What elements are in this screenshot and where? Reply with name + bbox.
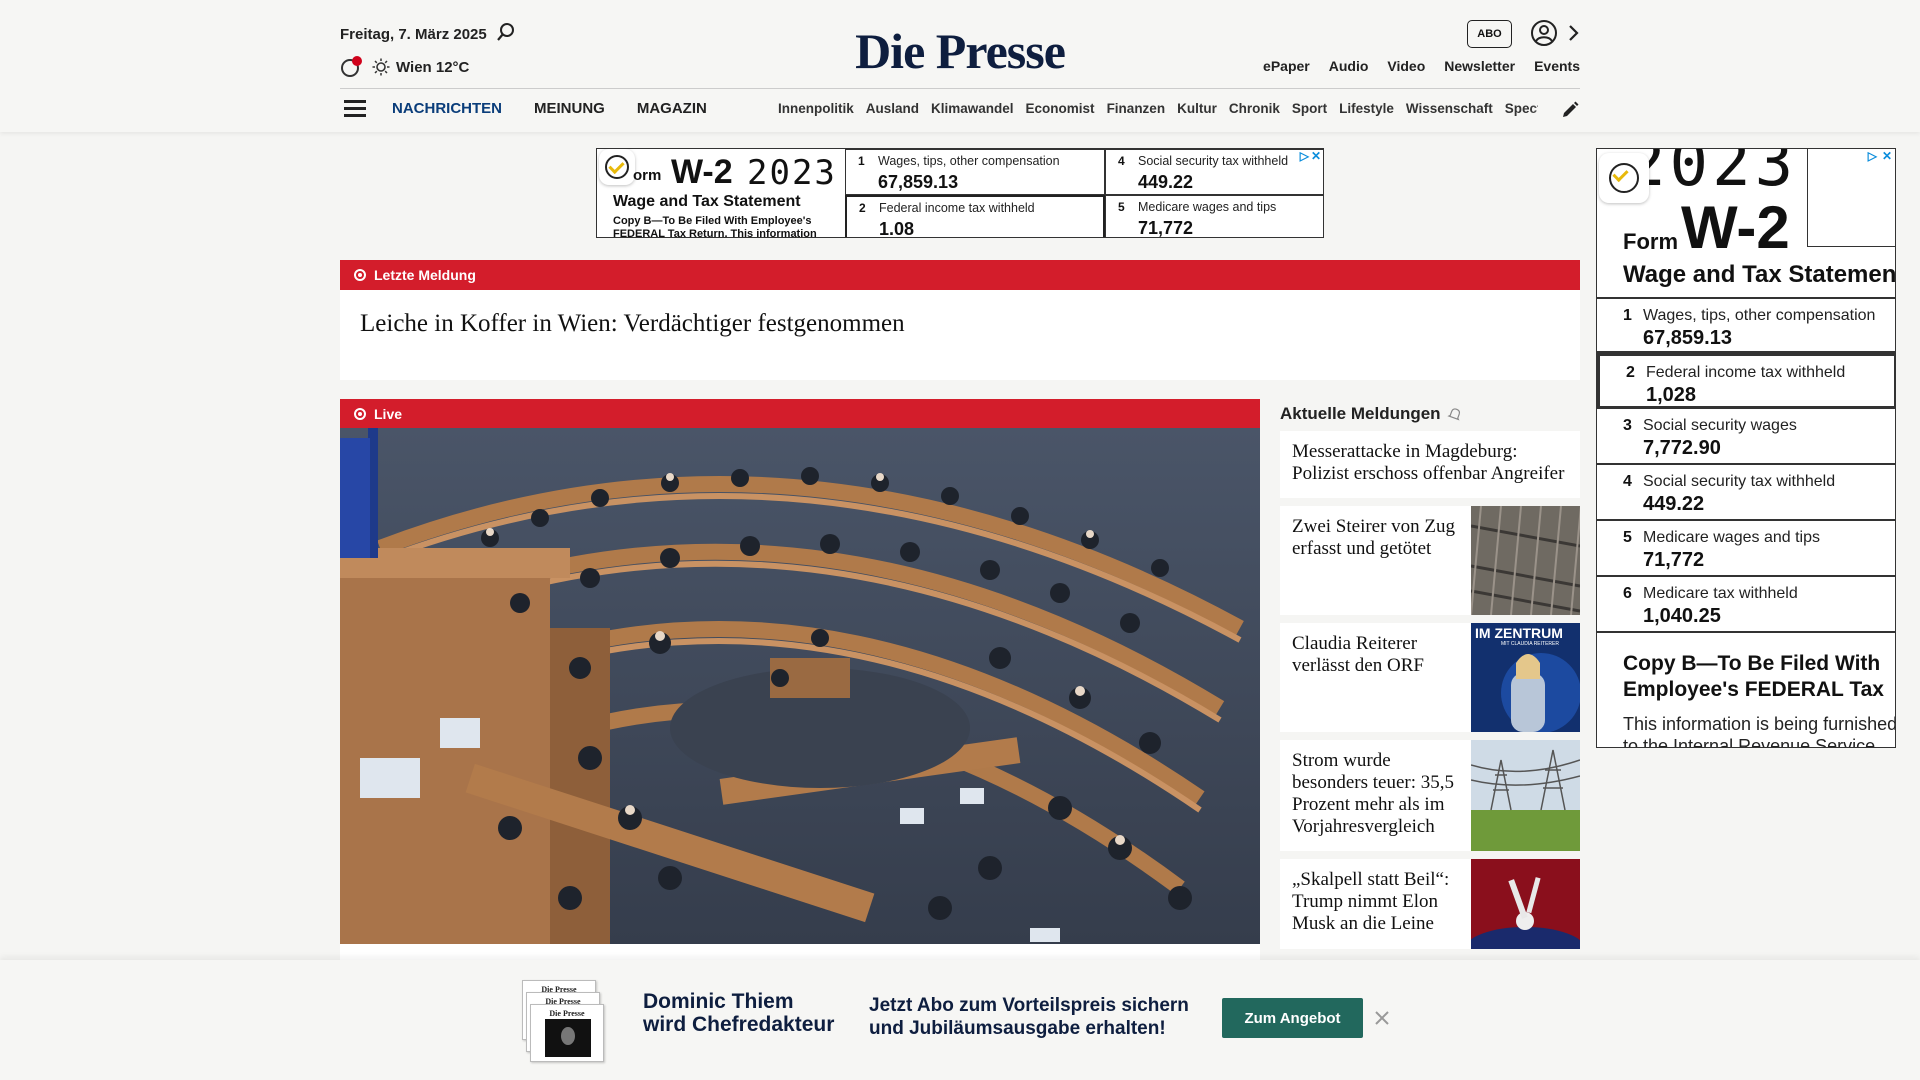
nav-magazin[interactable]: MAGAZIN	[637, 100, 707, 117]
subnav-klimawandel[interactable]: Klimawandel	[931, 101, 1014, 116]
news-heading: Aktuelle Meldungen	[1280, 399, 1580, 429]
site-header: Freitag, 7. März 2025 Wien 12°C Die Pres…	[0, 0, 1920, 132]
edit-pencil-icon[interactable]	[1560, 100, 1580, 120]
breaking-label: Letzte Meldung	[374, 267, 476, 283]
news-title: Aktuelle Meldungen	[1280, 404, 1441, 423]
ad-close-icon[interactable]: ✕	[1311, 149, 1321, 163]
subscription-promo: Die Presse Die Presse Die Presse Dominic…	[0, 960, 1920, 1080]
ad-sky-row: 5 Medicare wages and tips 71,772	[1597, 521, 1895, 577]
ad-copy: Copy B—To Be Filed With Employee's FEDER…	[613, 215, 817, 238]
ad-sky-row: 2 Federal income tax withheld 1,028	[1597, 353, 1895, 409]
ad-box: 1 Wages, tips, other compensation 67,859.1…	[845, 149, 1105, 195]
sub-nav: Innenpolitik Ausland Klimawandel Economi…	[778, 101, 1538, 116]
news-sidebar: Aktuelle Meldungen Messerattacke in Magd…	[1280, 399, 1580, 949]
adchoices-icon[interactable]: ▷	[1868, 149, 1877, 163]
subnav-finanzen[interactable]: Finanzen	[1107, 101, 1166, 116]
menu-icon[interactable]	[344, 100, 366, 118]
ad-form-label: orm	[633, 167, 662, 184]
ad-sky-boxes: 1 Wages, tips, other compensation 67,859.1…	[1597, 297, 1895, 633]
header-divider	[340, 88, 1580, 89]
promo-headline: Dominic Thiem wird Chefredakteur	[643, 990, 835, 1036]
nav-meinung[interactable]: MEINUNG	[534, 100, 605, 117]
subnav-lifestyle[interactable]: Lifestyle	[1339, 101, 1394, 116]
subnav-economist[interactable]: Economist	[1026, 101, 1095, 116]
news-item[interactable]: „Skalpell statt Beil“: Trump nimmt Elon …	[1280, 859, 1580, 949]
checkmark-badge-icon	[1599, 153, 1649, 203]
subnav-kultur[interactable]: Kultur	[1177, 101, 1217, 116]
news-item-title[interactable]: Zwei Steirer von Zug erfasst und getötet	[1280, 506, 1470, 570]
user-account-icon[interactable]	[1530, 19, 1558, 47]
bell-icon[interactable]	[1446, 406, 1463, 422]
ad-title: Wage and Tax Statement	[613, 193, 801, 210]
link-events[interactable]: Events	[1534, 58, 1580, 74]
breaking-bar: Letzte Meldung	[340, 260, 1580, 290]
link-audio[interactable]: Audio	[1329, 58, 1369, 74]
subnav-spectrum[interactable]: Spectrum	[1505, 101, 1538, 116]
ad-sky-row: 3 Social security wages 7,772.90	[1597, 409, 1895, 465]
news-item[interactable]: Zwei Steirer von Zug erfasst und getötet	[1280, 506, 1580, 615]
ad-close-icon[interactable]: ✕	[1882, 149, 1892, 163]
ad-box: 5 Medicare wages and tips 71,772	[1105, 195, 1323, 237]
adchoices-icon[interactable]: ▷	[1300, 149, 1309, 163]
newspaper-stack-image: Die Presse Die Presse Die Presse	[522, 980, 604, 1062]
w2-skyscraper-ad[interactable]: 2023 Form W-2 Wage and Tax Statemen 1 Wag…	[1596, 148, 1896, 748]
live-label: Live	[374, 405, 403, 422]
ad-sky-title: Wage and Tax Statemen	[1623, 261, 1896, 288]
ad-year: 2023	[747, 153, 837, 193]
live-dot-icon	[354, 269, 366, 281]
ad-sky-copy: Copy B—To Be Filed With Employee's FEDER…	[1623, 652, 1884, 701]
ad-box: 2 Federal income tax withheld 1.08	[845, 195, 1105, 237]
breaking-news[interactable]: Letzte Meldung Leiche in Koffer in Wien:…	[340, 260, 1580, 380]
stage-speaker-thumbnail[interactable]	[1471, 859, 1580, 949]
news-item-title[interactable]: Claudia Reiterer verlässt den ORF	[1280, 623, 1470, 687]
ad-sky-row: 1 Wages, tips, other compensation 67,859.1…	[1597, 297, 1895, 353]
ad-sky-form-code: W-2	[1681, 194, 1790, 261]
main-nav: NACHRICHTEN MEINUNG MAGAZIN	[392, 100, 707, 117]
top-links: ePaper Audio Video Newsletter Events	[1263, 58, 1580, 74]
ad-sky-info: This information is being furnished to t…	[1623, 714, 1896, 748]
power-lines-thumbnail[interactable]	[1471, 740, 1580, 851]
news-item[interactable]: Claudia Reiterer verlässt den ORF IM ZEN…	[1280, 623, 1580, 732]
ad-box: 4 Social security tax withheld 449.22	[1105, 149, 1323, 195]
subnav-ausland[interactable]: Ausland	[866, 101, 919, 116]
nav-nachrichten[interactable]: NACHRICHTEN	[392, 100, 502, 117]
news-item-title[interactable]: „Skalpell statt Beil“: Trump nimmt Elon …	[1280, 859, 1470, 945]
chevron-right-icon[interactable]	[1566, 22, 1580, 44]
news-item-title[interactable]: Strom wurde besonders teuer: 35,5 Prozen…	[1280, 740, 1470, 848]
subnav-chronik[interactable]: Chronik	[1229, 101, 1280, 116]
rail-tracks-thumbnail[interactable]	[1471, 506, 1580, 615]
news-item[interactable]: Messerattacke in Magdeburg: Polizist ers…	[1280, 431, 1580, 498]
checkmark-badge-icon	[599, 149, 635, 185]
thumb-overlay-subtext: MIT CLAUDIA REITERER	[1501, 641, 1559, 647]
live-hero[interactable]: Live	[340, 399, 1260, 960]
news-item[interactable]: Strom wurde besonders teuer: 35,5 Prozen…	[1280, 740, 1580, 851]
promo-offer-text: Jetzt Abo zum Vorteilspreis sichern und …	[869, 995, 1189, 1039]
link-newsletter[interactable]: Newsletter	[1444, 58, 1515, 74]
close-icon[interactable]	[1372, 1008, 1392, 1028]
thumb-overlay-text: IM ZENTRUM	[1475, 625, 1563, 641]
live-bar: Live	[340, 399, 1260, 428]
tv-host-thumbnail[interactable]: IM ZENTRUM MIT CLAUDIA REITERER	[1471, 623, 1580, 732]
news-item-title[interactable]: Messerattacke in Magdeburg: Polizist ers…	[1280, 431, 1580, 495]
ad-sky-row: 6 Medicare tax withheld 1,040.25	[1597, 577, 1895, 633]
subnav-sport[interactable]: Sport	[1292, 101, 1327, 116]
subnav-wissenschaft[interactable]: Wissenschaft	[1406, 101, 1493, 116]
link-video[interactable]: Video	[1387, 58, 1425, 74]
ad-sky-box	[1807, 149, 1895, 247]
live-dot-icon	[354, 407, 366, 420]
ad-form-code: W-2	[671, 153, 733, 191]
breaking-headline[interactable]: Leiche in Koffer in Wien: Verdächtiger f…	[340, 290, 1580, 338]
link-epaper[interactable]: ePaper	[1263, 58, 1310, 74]
parliament-photo[interactable]	[340, 428, 1260, 944]
ad-sky-form-label: Form	[1623, 229, 1678, 254]
zum-angebot-button[interactable]: Zum Angebot	[1222, 998, 1363, 1038]
ad-sky-row: 4 Social security tax withheld 449.22	[1597, 465, 1895, 521]
abo-button[interactable]: ABO	[1467, 20, 1512, 48]
subnav-innenpolitik[interactable]: Innenpolitik	[778, 101, 854, 116]
w2-banner-ad[interactable]: orm W-2 2023 Wage and Tax Statement Copy…	[596, 148, 1324, 238]
